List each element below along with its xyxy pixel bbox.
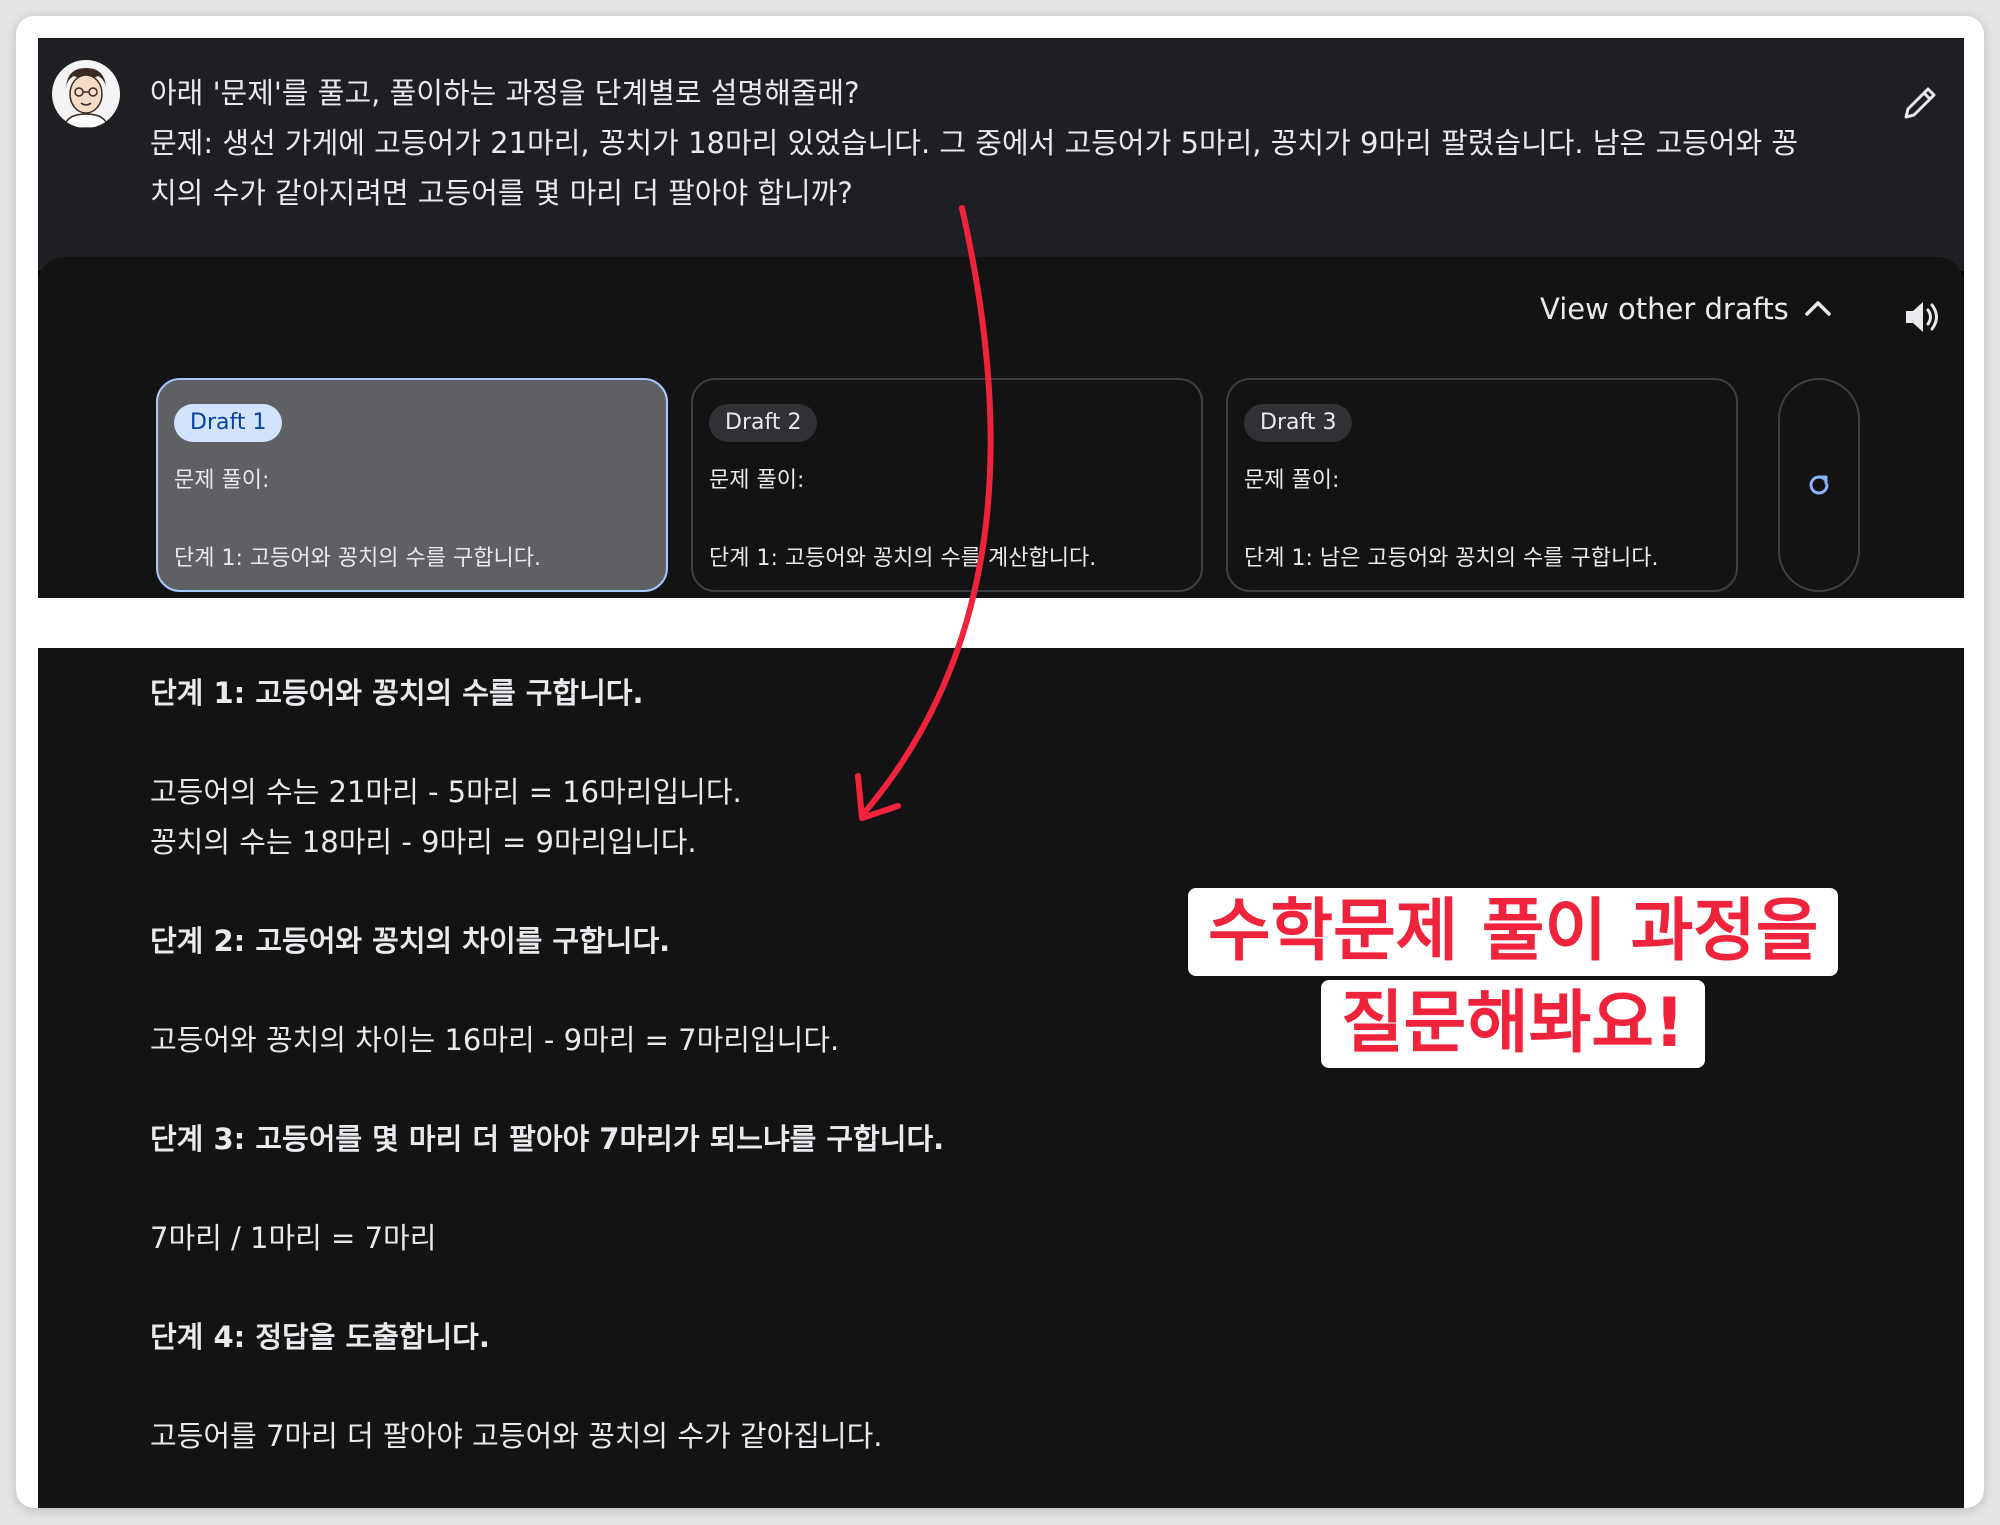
answer-line: 고등어의 수는 21마리 - 5마리 = 16마리입니다. <box>150 775 742 809</box>
draft-preview-title: 문제 풀이: <box>174 468 270 493</box>
avatar <box>52 60 120 128</box>
draft-card-1[interactable]: Draft 1 문제 풀이: 단계 1: 고등어와 꽁치의 수를 구합니다. <box>156 378 668 592</box>
callout-line-2: 질문해봐요! <box>1321 980 1705 1068</box>
draft-preview-text: 단계 1: 고등어와 꽁치의 수를 구합니다. <box>174 546 541 571</box>
draft-card-2[interactable]: Draft 2 문제 풀이: 단계 1: 고등어와 꽁치의 수를 계산합니다. <box>691 378 1203 592</box>
prompt-line: 문제: 생선 가게에 고등어가 21마리, 꽁치가 18마리 있었습니다. 그 … <box>150 126 1799 160</box>
draft-preview-title: 문제 풀이: <box>1244 468 1340 493</box>
answer-line: 고등어와 꽁치의 차이는 16마리 - 9마리 = 7마리입니다. <box>150 1023 840 1057</box>
draft-card-3[interactable]: Draft 3 문제 풀이: 단계 1: 남은 고등어와 꽁치의 수를 구합니다… <box>1226 378 1738 592</box>
answer-spacer <box>150 966 944 1015</box>
user-prompt-area: 아래 '문제'를 풀고, 풀이하는 과정을 단계별로 설명해줄래? 문제: 생선… <box>38 38 1964 271</box>
drafts-area: View other drafts Draft 1 문제 풀이: 단계 1: 고… <box>38 257 1964 598</box>
draft-chip: Draft 2 <box>709 404 818 442</box>
answer-line: 고등어를 7마리 더 팔아야 고등어와 꽁치의 수가 같아집니다. <box>150 1419 883 1453</box>
draft-preview-text: 단계 1: 남은 고등어와 꽁치의 수를 구합니다. <box>1244 546 1659 571</box>
answer-line: 7마리 / 1마리 = 7마리 <box>150 1221 437 1255</box>
speaker-icon[interactable] <box>1900 295 1944 339</box>
answer-spacer <box>150 1263 944 1312</box>
answer-line: 꽁치의 수는 18마리 - 9마리 = 9마리입니다. <box>150 825 697 859</box>
refresh-icon <box>1805 471 1833 499</box>
draft-preview-text: 단계 1: 고등어와 꽁치의 수를 계산합니다. <box>709 546 1097 571</box>
answer-spacer <box>150 1164 944 1213</box>
draft-chip: Draft 3 <box>1244 404 1353 442</box>
draft-preview-title: 문제 풀이: <box>709 468 805 493</box>
answer-step-heading: 단계 2: 고등어와 꽁치의 차이를 구합니다. <box>150 924 671 958</box>
view-other-drafts-button[interactable]: View other drafts <box>1540 292 1789 326</box>
answer-step-heading: 단계 3: 고등어를 몇 마리 더 팔아야 7마리가 되느냐를 구합니다. <box>150 1122 945 1156</box>
drafts-panel: View other drafts Draft 1 문제 풀이: 단계 1: 고… <box>38 257 1964 598</box>
answer-spacer <box>150 1362 944 1411</box>
answer-spacer <box>150 867 944 916</box>
chevron-up-icon[interactable] <box>1802 293 1834 325</box>
chat-top-panel: 아래 '문제'를 풀고, 풀이하는 과정을 단계별로 설명해줄래? 문제: 생선… <box>38 38 1964 598</box>
draft-chip: Draft 1 <box>174 404 283 442</box>
answer-spacer <box>150 718 944 767</box>
callout-annotation: 수학문제 풀이 과정을 질문해봐요! <box>1188 888 1839 1068</box>
pencil-icon[interactable] <box>1900 83 1940 123</box>
screenshot-card: 아래 '문제'를 풀고, 풀이하는 과정을 단계별로 설명해줄래? 문제: 생선… <box>16 16 1984 1508</box>
regenerate-drafts-button[interactable] <box>1778 378 1860 592</box>
answer-step-heading: 단계 4: 정답을 도출합니다. <box>150 1320 490 1354</box>
prompt-line: 치의 수가 같아지려면 고등어를 몇 마리 더 팔아야 합니까? <box>150 176 853 210</box>
prompt-line: 아래 '문제'를 풀고, 풀이하는 과정을 단계별로 설명해줄래? <box>150 76 860 110</box>
callout-line-1: 수학문제 풀이 과정을 <box>1188 888 1839 976</box>
answer-text: 단계 1: 고등어와 꽁치의 수를 구합니다. 고등어의 수는 21마리 - 5… <box>150 668 944 1461</box>
answer-step-heading: 단계 1: 고등어와 꽁치의 수를 구합니다. <box>150 676 644 710</box>
prompt-text: 아래 '문제'를 풀고, 풀이하는 과정을 단계별로 설명해줄래? 문제: 생선… <box>150 68 1910 218</box>
answer-spacer <box>150 1065 944 1114</box>
answer-panel: 단계 1: 고등어와 꽁치의 수를 구합니다. 고등어의 수는 21마리 - 5… <box>38 648 1964 1508</box>
